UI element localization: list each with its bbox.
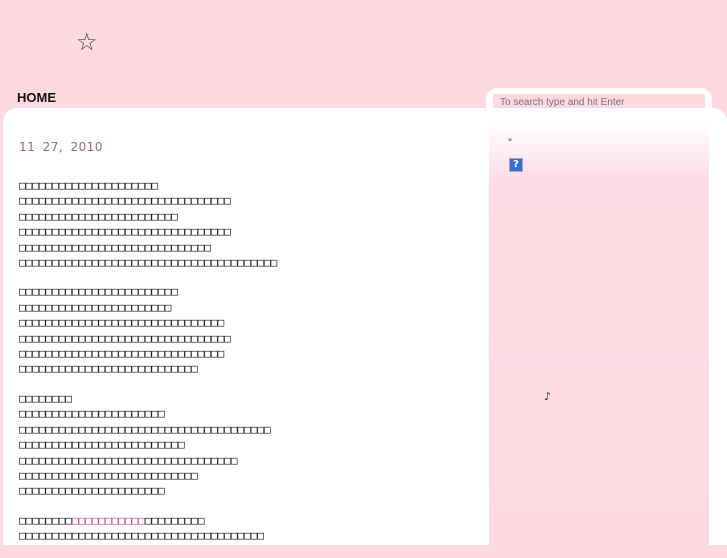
nav-home-link[interactable]: HOME	[17, 90, 56, 105]
post-body: □□□□□□□□□□□□□□□□□□□□□ □□□□□□□□□□□□□□□□□□…	[19, 178, 479, 558]
post-paragraph: □□□□□□□□□□□□□□□□□□□□□□□□ □□□□□□□□□□□□□□□…	[19, 285, 231, 376]
post-text: □□□□□□□□□	[144, 513, 205, 527]
post-text: □□□□□□□□	[19, 513, 72, 527]
post-paragraph: □□□□□□□□□□□□□□□□□□□□□ □□□□□□□□□□□□□□□□□□…	[19, 179, 278, 270]
help-icon[interactable]: ?	[509, 158, 523, 172]
star-icon: ☆	[76, 28, 98, 56]
sidebar-quote-mark: "	[508, 138, 513, 148]
post-inline-link[interactable]: □□□□□□□□□□□	[72, 514, 145, 527]
post-paragraph: □□□□□□□□ □□□□□□□□□□□□□□□□□□□□□□ □□□□□□□□…	[19, 391, 271, 498]
sidebar: " ? ♪	[489, 120, 709, 545]
post-paragraph: □□□□□□□□□□□□□□□□□□□□□□□□□□□□ □□□□□□□□□□□…	[19, 513, 479, 544]
post-date: 11 27, 2010	[19, 140, 104, 154]
post-text: □□□□□□□□□□□□□□□□□□□□□□□□□□□□□□□□□□□□□	[19, 529, 265, 543]
music-note-icon: ♪	[544, 390, 552, 403]
